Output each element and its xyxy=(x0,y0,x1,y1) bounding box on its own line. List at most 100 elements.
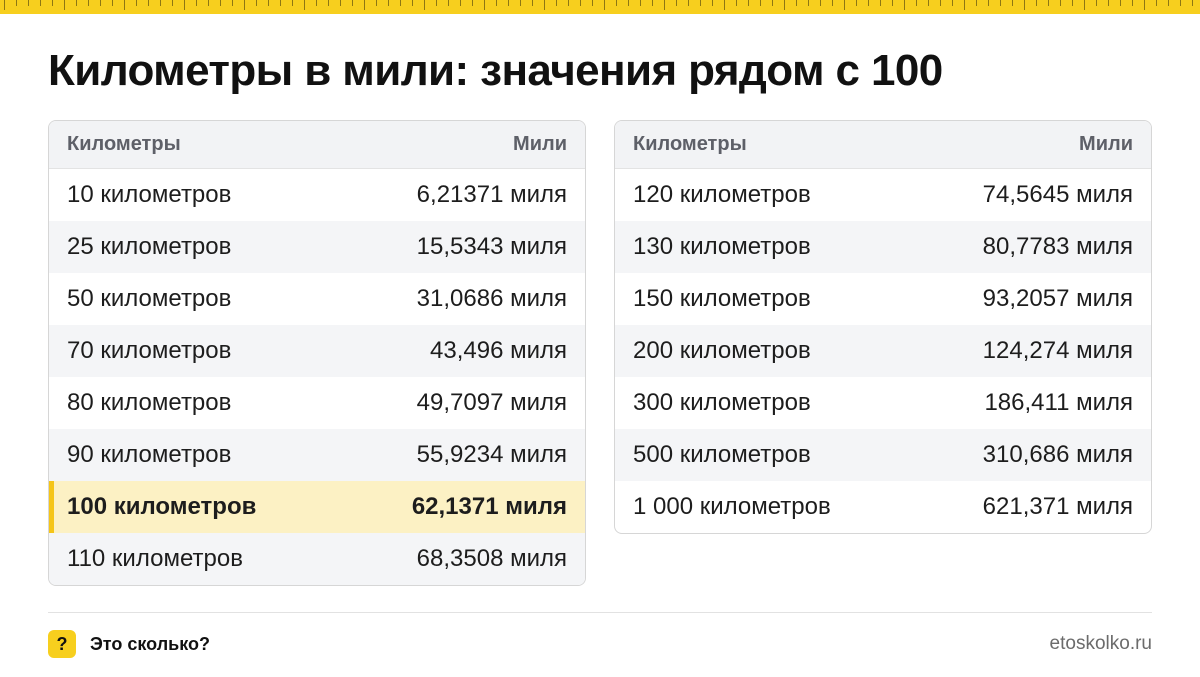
ruler-tick xyxy=(184,0,185,10)
ruler-tick xyxy=(220,0,221,6)
ruler-tick xyxy=(280,0,281,6)
ruler-tick xyxy=(700,0,701,6)
table-row: 500 километров 310,686 миля xyxy=(615,429,1151,481)
ruler-tick xyxy=(328,0,329,6)
ruler-tick xyxy=(628,0,629,6)
ruler-tick xyxy=(676,0,677,6)
page-title: Километры в мили: значения рядом с 100 xyxy=(48,46,943,95)
ruler-tick xyxy=(172,0,173,6)
ruler-tick xyxy=(760,0,761,6)
ruler-tick xyxy=(40,0,41,6)
ruler-tick xyxy=(316,0,317,6)
ruler-tick xyxy=(100,0,101,6)
ruler-tick xyxy=(940,0,941,6)
ruler-tick xyxy=(1096,0,1097,6)
table-header: Километры Мили xyxy=(615,121,1151,169)
ruler-tick xyxy=(208,0,209,6)
table-row: 1 000 километров 621,371 миля xyxy=(615,481,1151,533)
footer-divider xyxy=(48,612,1152,613)
ruler-tick xyxy=(340,0,341,6)
site-link[interactable]: etoskolko.ru xyxy=(1050,630,1152,658)
ruler-tick xyxy=(772,0,773,6)
ruler-tick xyxy=(1156,0,1157,6)
ruler-tick xyxy=(952,0,953,6)
ruler-tick xyxy=(1048,0,1049,6)
ruler-tick xyxy=(988,0,989,6)
table-row: 70 километров 43,496 миля xyxy=(49,325,585,377)
ruler-tick xyxy=(1132,0,1133,6)
ruler-tick xyxy=(1108,0,1109,6)
ruler-tick xyxy=(880,0,881,6)
ruler-tick xyxy=(784,0,785,10)
ruler-tick xyxy=(412,0,413,6)
cell-km: 300 километров xyxy=(633,389,811,416)
cell-km: 1 000 километров xyxy=(633,493,831,520)
ruler-tick xyxy=(508,0,509,6)
ruler-tick xyxy=(964,0,965,10)
ruler-tick xyxy=(1060,0,1061,6)
ruler-tick xyxy=(856,0,857,6)
cell-mi: 124,274 миля xyxy=(982,337,1133,364)
table-row: 110 километров 68,3508 миля xyxy=(49,533,585,585)
cell-km: 25 километров xyxy=(67,233,232,260)
ruler-tick xyxy=(496,0,497,6)
ruler-tick xyxy=(604,0,605,10)
cell-km: 500 километров xyxy=(633,441,811,468)
ruler-tick xyxy=(472,0,473,6)
table-row: 80 километров 49,7097 миля xyxy=(49,377,585,429)
ruler-strip xyxy=(0,0,1200,14)
ruler-tick xyxy=(436,0,437,6)
cell-km: 10 километров xyxy=(67,181,232,208)
ruler-tick xyxy=(484,0,485,10)
ruler-tick xyxy=(868,0,869,6)
ruler-tick xyxy=(304,0,305,10)
ruler-tick xyxy=(664,0,665,10)
ruler-tick xyxy=(52,0,53,6)
column-header-mi: Мили xyxy=(1079,133,1133,155)
ruler-tick xyxy=(64,0,65,10)
brand-block[interactable]: ? Это сколько? xyxy=(48,630,210,658)
ruler-tick xyxy=(148,0,149,6)
table-row: 200 километров 124,274 миля xyxy=(615,325,1151,377)
question-mark-icon: ? xyxy=(48,630,76,658)
table-row: 150 километров 93,2057 миля xyxy=(615,273,1151,325)
table-row: 25 километров 15,5343 миля xyxy=(49,221,585,273)
ruler-tick xyxy=(4,0,5,10)
column-header-km: Километры xyxy=(633,133,747,155)
ruler-tick xyxy=(928,0,929,6)
table-row: 120 километров 74,5645 миля xyxy=(615,169,1151,221)
ruler-tick xyxy=(832,0,833,6)
ruler-tick xyxy=(424,0,425,10)
ruler-tick xyxy=(388,0,389,6)
ruler-tick xyxy=(232,0,233,6)
cell-km: 150 километров xyxy=(633,285,811,312)
cell-mi: 6,21371 миля xyxy=(416,181,567,208)
table-row: 90 километров 55,9234 миля xyxy=(49,429,585,481)
cell-mi: 55,9234 миля xyxy=(416,441,567,468)
cell-mi: 80,7783 миля xyxy=(982,233,1133,260)
cell-km: 50 километров xyxy=(67,285,232,312)
ruler-tick xyxy=(1180,0,1181,6)
ruler-tick xyxy=(124,0,125,10)
cell-mi: 74,5645 миля xyxy=(982,181,1133,208)
table-row: 50 километров 31,0686 миля xyxy=(49,273,585,325)
ruler-tick xyxy=(136,0,137,6)
ruler-tick xyxy=(244,0,245,10)
ruler-tick xyxy=(796,0,797,6)
ruler-tick xyxy=(916,0,917,6)
ruler-tick xyxy=(556,0,557,6)
ruler-tick xyxy=(1084,0,1085,10)
cell-mi: 93,2057 миля xyxy=(982,285,1133,312)
ruler-tick xyxy=(640,0,641,6)
ruler-tick xyxy=(688,0,689,6)
ruler-tick xyxy=(268,0,269,6)
ruler-tick xyxy=(376,0,377,6)
table-row: 10 километров 6,21371 миля xyxy=(49,169,585,221)
ruler-tick xyxy=(844,0,845,10)
cell-km: 200 километров xyxy=(633,337,811,364)
ruler-tick xyxy=(724,0,725,10)
cell-km: 70 километров xyxy=(67,337,232,364)
ruler-tick xyxy=(1000,0,1001,6)
column-header-km: Километры xyxy=(67,133,181,155)
cell-km: 100 километров xyxy=(67,493,257,520)
